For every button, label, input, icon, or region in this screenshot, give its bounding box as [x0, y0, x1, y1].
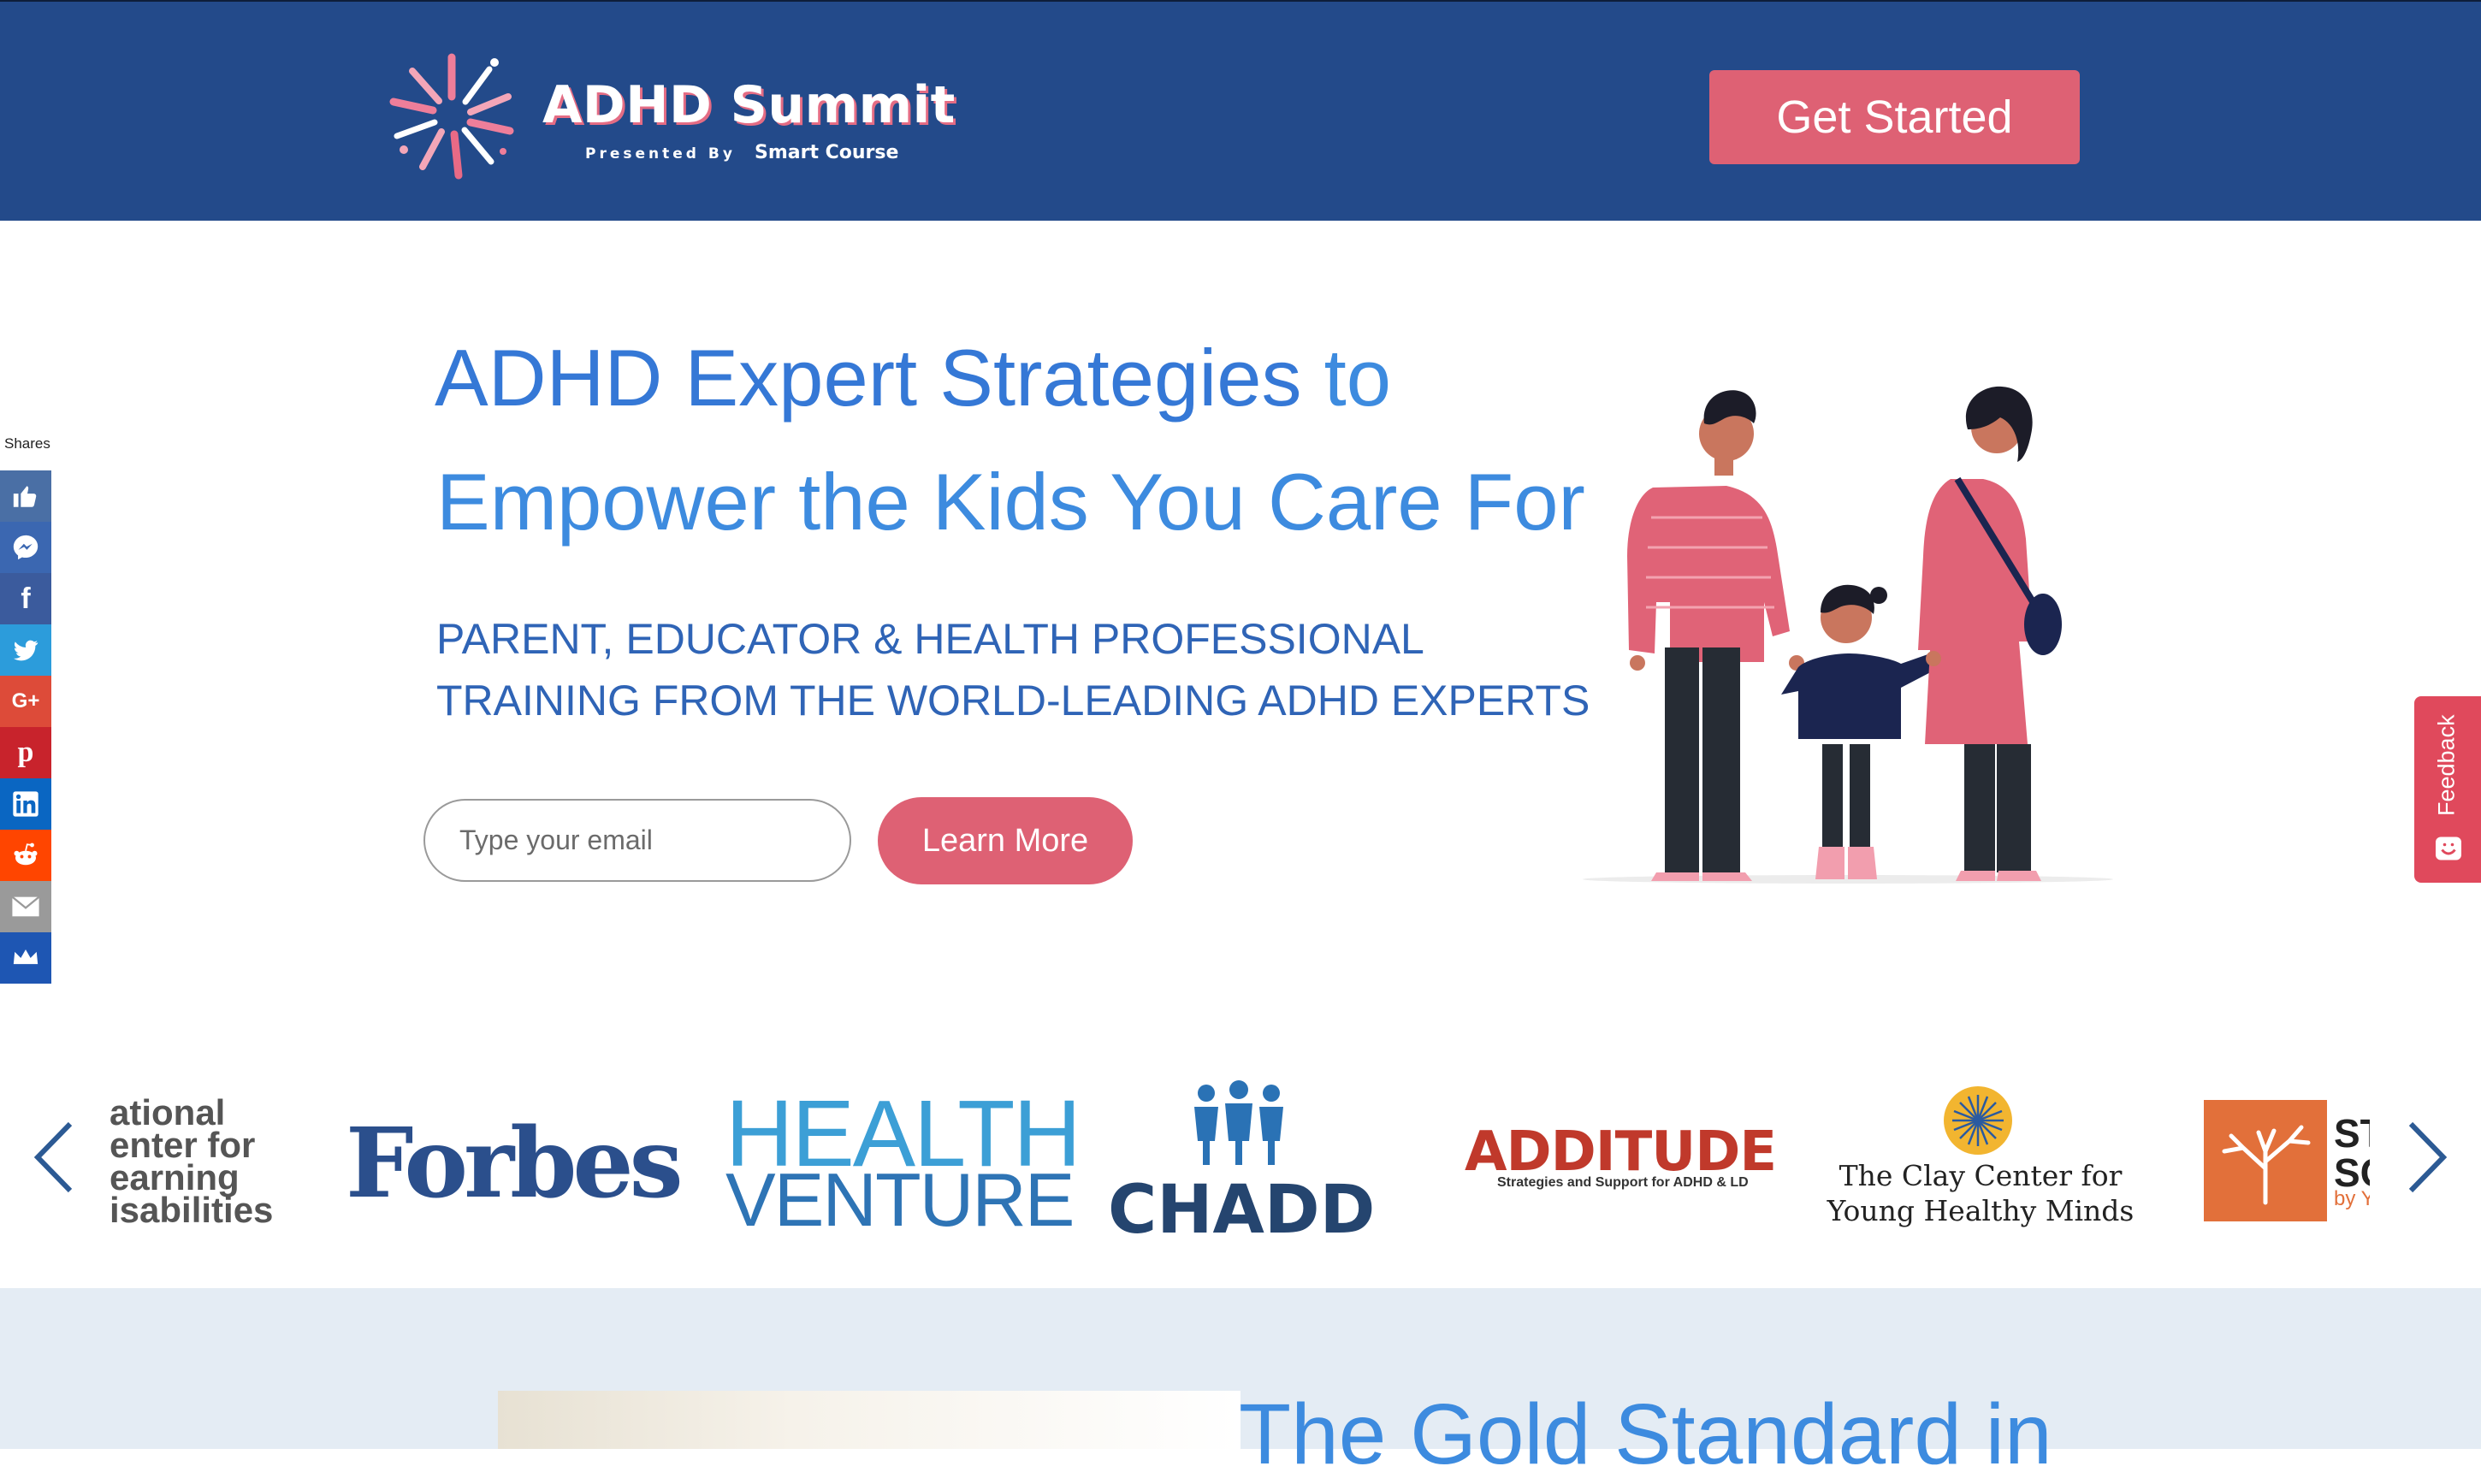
twitter-icon: [13, 640, 38, 661]
messenger-button[interactable]: [0, 522, 51, 573]
carousel-edge-mask: [2370, 1086, 2404, 1257]
carousel-prev-arrow-icon[interactable]: [29, 1119, 80, 1196]
crown-icon: [13, 949, 38, 965]
hero-title-rest: to: [1301, 333, 1391, 423]
logo-health-venture-line-2[interactable]: VENTURE: [725, 1156, 1075, 1244]
like-button[interactable]: [0, 470, 51, 522]
section-image: [498, 1391, 1240, 1449]
firework-logo-icon: [389, 53, 514, 180]
reddit-button[interactable]: [0, 830, 51, 881]
logo-additude-tagline: Strategies and Support for ADHD & LD: [1497, 1175, 1749, 1190]
carousel-next-arrow-icon[interactable]: [2401, 1119, 2452, 1196]
feedback-label: Feedback: [2433, 714, 2460, 817]
logo-presented-by: Presented By: [585, 145, 736, 163]
logo-brand: Smart Course: [755, 142, 899, 163]
site-header: ADHD Summit Presented By Smart Course Ge…: [0, 0, 2481, 221]
logo-st-emblem[interactable]: [2204, 1100, 2327, 1221]
hero-title-line-1: ADHD Expert Strategies to: [435, 332, 1391, 424]
facebook-button[interactable]: f: [0, 573, 51, 624]
logo-additude[interactable]: ADDITUDE: [1465, 1120, 1777, 1184]
email-share-button[interactable]: [0, 881, 51, 932]
section-heading: The Gold Standard in: [1239, 1386, 2052, 1482]
linkedin-button[interactable]: [0, 778, 51, 830]
clay-center-sun-icon: [1944, 1086, 2012, 1155]
logo-forbes[interactable]: Forbes: [346, 1108, 684, 1220]
sumo-button[interactable]: [0, 932, 51, 984]
facebook-icon: f: [21, 582, 31, 615]
pinterest-icon: p: [17, 736, 34, 768]
hero-title-emphasis: ADHD Expert Strategies: [435, 333, 1302, 423]
thumbs-up-icon: [13, 486, 37, 507]
logo-st-by: by Y: [2334, 1187, 2375, 1210]
reddit-icon: [14, 843, 38, 866]
logo-clay-center-line-1[interactable]: The Clay Center for: [1809, 1159, 2152, 1192]
email-input[interactable]: [423, 799, 851, 882]
messenger-icon: [13, 535, 38, 560]
get-started-button[interactable]: Get Started: [1709, 70, 2080, 164]
envelope-icon: [11, 896, 40, 917]
shares-label: Shares: [4, 435, 50, 452]
tree-icon: [2222, 1125, 2311, 1205]
feedback-smile-icon: [2436, 837, 2461, 860]
share-bar: f G+ p: [0, 470, 51, 984]
hero-subtitle-line-1: PARENT, EDUCATOR & HEALTH PROFESSIONAL: [436, 615, 1424, 663]
google-plus-button[interactable]: G+: [0, 676, 51, 727]
logo-title: ADHD Summit: [542, 75, 956, 135]
google-plus-icon: G+: [11, 689, 40, 712]
linkedin-icon: [13, 791, 38, 817]
logo-ncld-line-4: isabilities: [110, 1190, 274, 1230]
chadd-people-icon: [1194, 1080, 1283, 1165]
logo-clay-center-line-2[interactable]: Young Healthy Minds: [1809, 1194, 2152, 1227]
logo-ncld[interactable]: ational enter for earning isabilities: [94, 1086, 291, 1240]
family-illustration: [1583, 386, 2113, 884]
twitter-button[interactable]: [0, 624, 51, 676]
site-logo[interactable]: ADHD Summit Presented By Smart Course: [387, 46, 968, 192]
pinterest-button[interactable]: p: [0, 727, 51, 778]
logo-chadd[interactable]: CHADD: [1108, 1172, 1375, 1249]
hero-subtitle-line-2: TRAINING FROM THE WORLD-LEADING ADHD EXP…: [436, 677, 1590, 724]
hero-title-line-2: Empower the Kids You Care For: [436, 457, 1585, 547]
learn-more-button[interactable]: Learn More: [878, 797, 1133, 884]
